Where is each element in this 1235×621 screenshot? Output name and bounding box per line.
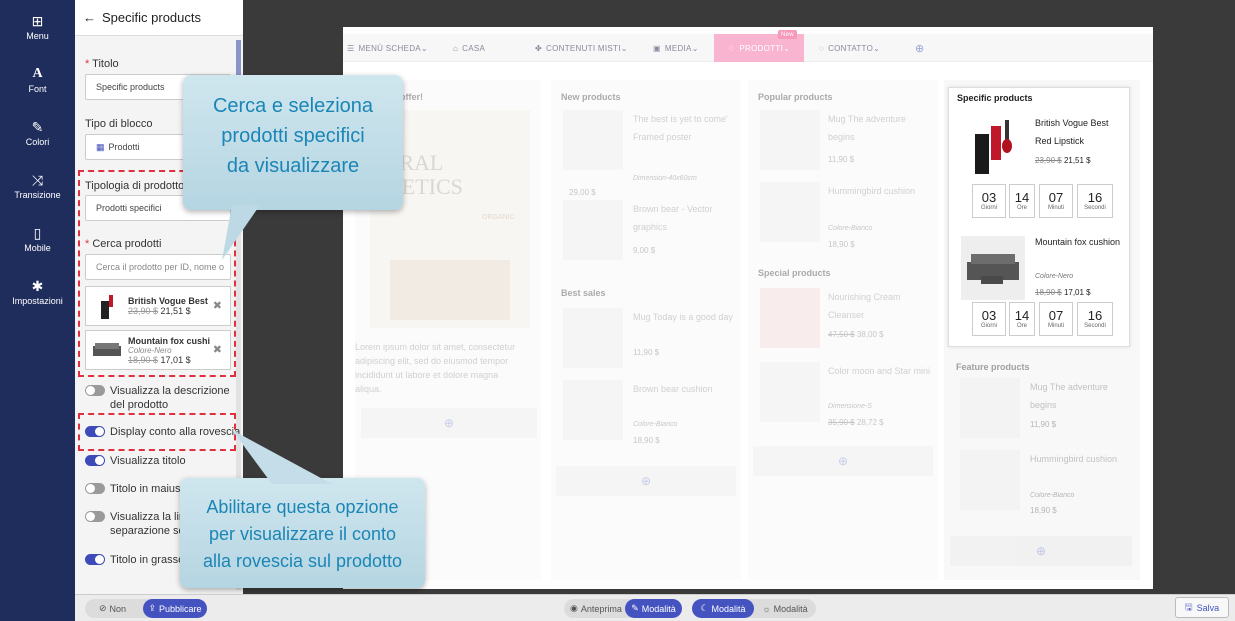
countdown-hours: 14 Ore bbox=[1009, 184, 1035, 218]
countdown-days: 03 Giorni bbox=[972, 302, 1006, 336]
panel-title: Specific products bbox=[102, 10, 201, 25]
publish-button[interactable]: ⇪ Pubblicare bbox=[143, 599, 207, 618]
lipstick-image bbox=[961, 116, 1023, 176]
product-image bbox=[760, 362, 820, 422]
save-icon: 🖫 bbox=[1184, 601, 1193, 612]
upload-icon: ⇪ bbox=[148, 603, 156, 613]
home-icon: ⌂ bbox=[453, 43, 459, 53]
callout-search: Cerca e seleziona prodotti specifici da vi… bbox=[183, 75, 403, 210]
toggle-switch[interactable] bbox=[85, 554, 105, 565]
specific-products-block: Specific products British Vogue Best Red… bbox=[948, 87, 1130, 347]
nav-prodotti[interactable]: ♢ PRODOTTI ⌄ New bbox=[714, 30, 804, 62]
product-image bbox=[760, 182, 820, 242]
puzzle-icon: ✤ bbox=[535, 43, 543, 53]
nav-media[interactable]: ▣ MEDIA ⌄ bbox=[653, 34, 699, 62]
moon-icon: ☾ bbox=[700, 603, 709, 613]
brush-icon: ✎ bbox=[31, 118, 44, 135]
callout-countdown: Abilitare questa opzione per visualizzare… bbox=[180, 478, 425, 588]
eye-icon: ◉ bbox=[570, 603, 578, 613]
product-image bbox=[563, 200, 623, 260]
toggle-switch[interactable] bbox=[85, 483, 105, 494]
countdown-minutes: 07 Minuti bbox=[1039, 302, 1073, 336]
toggle-bold[interactable]: Titolo in grasset bbox=[85, 553, 187, 567]
light-mode-button[interactable]: ☼ Modalità bbox=[754, 599, 816, 618]
product-image bbox=[760, 288, 820, 348]
countdown-hours: 14 Ore bbox=[1009, 302, 1035, 336]
back-arrow-icon[interactable]: ← bbox=[83, 10, 96, 25]
rail-transizione[interactable]: ⤨ Transizione bbox=[0, 159, 75, 212]
sofa-image bbox=[961, 236, 1025, 300]
image-icon: ▣ bbox=[653, 43, 661, 53]
product-image bbox=[563, 110, 623, 170]
gem-icon: ♢ bbox=[727, 43, 736, 53]
mega-menu-bar: ☰ MENÙ SCHEDA ⌄ ⌂ CASA ✤ CONTENUTI MISTI ⌄ … bbox=[343, 30, 1153, 62]
add-menu-icon[interactable]: ⊕ bbox=[915, 34, 925, 62]
preview-canvas: ☰ MENÙ SCHEDA ⌄ ⌂ CASA ✤ CONTENUTI MISTI ⌄ … bbox=[343, 27, 1153, 589]
nav-contatto[interactable]: ◌ CONTATTO ⌄ bbox=[819, 34, 880, 62]
toggle-switch[interactable] bbox=[85, 511, 105, 522]
product-image bbox=[563, 380, 623, 440]
edit-mode-button[interactable]: ✎ Modalità bbox=[625, 599, 682, 618]
callout-pointer bbox=[222, 205, 260, 260]
column-popular-products: Popular products Mug The adventure begin… bbox=[748, 80, 938, 580]
grid-icon: ⊞ bbox=[31, 12, 44, 29]
toggle-separator[interactable]: Visualizza la line separazione sot bbox=[85, 510, 191, 538]
shuffle-icon: ⤨ bbox=[31, 171, 44, 188]
rail-menu[interactable]: ⊞ Menu bbox=[0, 0, 75, 53]
callout-pointer bbox=[232, 430, 332, 484]
panel-header: ← Specific products bbox=[75, 0, 243, 36]
countdown-seconds: 16 Secondi bbox=[1077, 302, 1113, 336]
rail-mobile[interactable]: ▯ Mobile bbox=[0, 212, 75, 265]
product-image bbox=[960, 450, 1020, 510]
sun-icon: ☼ bbox=[762, 603, 771, 614]
rail-impostazioni[interactable]: ✱ Impostazioni bbox=[0, 265, 75, 318]
toggle-description[interactable]: Visualizza la descrizione del prodotto bbox=[85, 384, 230, 412]
countdown-days: 03 Giorni bbox=[972, 184, 1006, 218]
toggle-switch[interactable] bbox=[85, 455, 105, 466]
highlight-box bbox=[78, 413, 236, 451]
blocks-icon: ▦ bbox=[96, 141, 105, 152]
add-icon[interactable]: ⊕ bbox=[556, 466, 736, 496]
product-image bbox=[960, 378, 1020, 438]
font-icon: A bbox=[32, 65, 43, 81]
product-image bbox=[760, 110, 820, 170]
chat-icon: ◌ bbox=[819, 43, 825, 53]
add-icon[interactable]: ⊕ bbox=[361, 408, 537, 438]
add-icon[interactable]: ⊕ bbox=[753, 446, 933, 476]
countdown-seconds: 16 Secondi bbox=[1077, 184, 1113, 218]
toggle-uppercase[interactable]: Titolo in maiusc bbox=[85, 482, 186, 496]
menu-icon: ☰ bbox=[347, 43, 355, 53]
left-rail: ⊞ Menu A Font ✎ Colori ⤨ Transizione ▯ Mobile… bbox=[0, 0, 75, 621]
product-image bbox=[563, 308, 623, 368]
gear-icon: ✱ bbox=[31, 277, 44, 294]
rail-font[interactable]: A Font bbox=[0, 53, 75, 106]
toggle-switch[interactable] bbox=[85, 385, 105, 396]
pencil-icon: ✎ bbox=[631, 603, 639, 613]
dark-mode-button[interactable]: ☾ Modalità bbox=[692, 599, 754, 618]
ban-icon: ⊘ bbox=[99, 603, 107, 613]
add-icon[interactable]: ⊕ bbox=[950, 536, 1132, 566]
countdown-minutes: 07 Minuti bbox=[1039, 184, 1073, 218]
column-new-products: New products The best is yet to come' Fr… bbox=[551, 80, 741, 580]
titolo-label: * Titolo bbox=[85, 58, 119, 70]
nav-menu-scheda[interactable]: ☰ MENÙ SCHEDA ⌄ bbox=[347, 34, 428, 62]
save-button[interactable]: 🖫 Salva bbox=[1175, 597, 1229, 618]
nav-casa[interactable]: ⌂ CASA bbox=[453, 34, 485, 62]
mobile-icon: ▯ bbox=[33, 224, 42, 241]
rail-colori[interactable]: ✎ Colori bbox=[0, 106, 75, 159]
tipo-label: Tipo di blocco bbox=[85, 118, 153, 130]
toggle-show-title[interactable]: Visualizza titolo bbox=[85, 454, 186, 468]
nav-contenuti[interactable]: ✤ CONTENUTI MISTI ⌄ bbox=[535, 34, 628, 62]
new-badge: New bbox=[778, 30, 797, 39]
bottom-toolbar: ⊘ Non ⇪ Pubblicare ◉ Anteprima ✎ Modalità ☾ M… bbox=[75, 594, 1235, 621]
